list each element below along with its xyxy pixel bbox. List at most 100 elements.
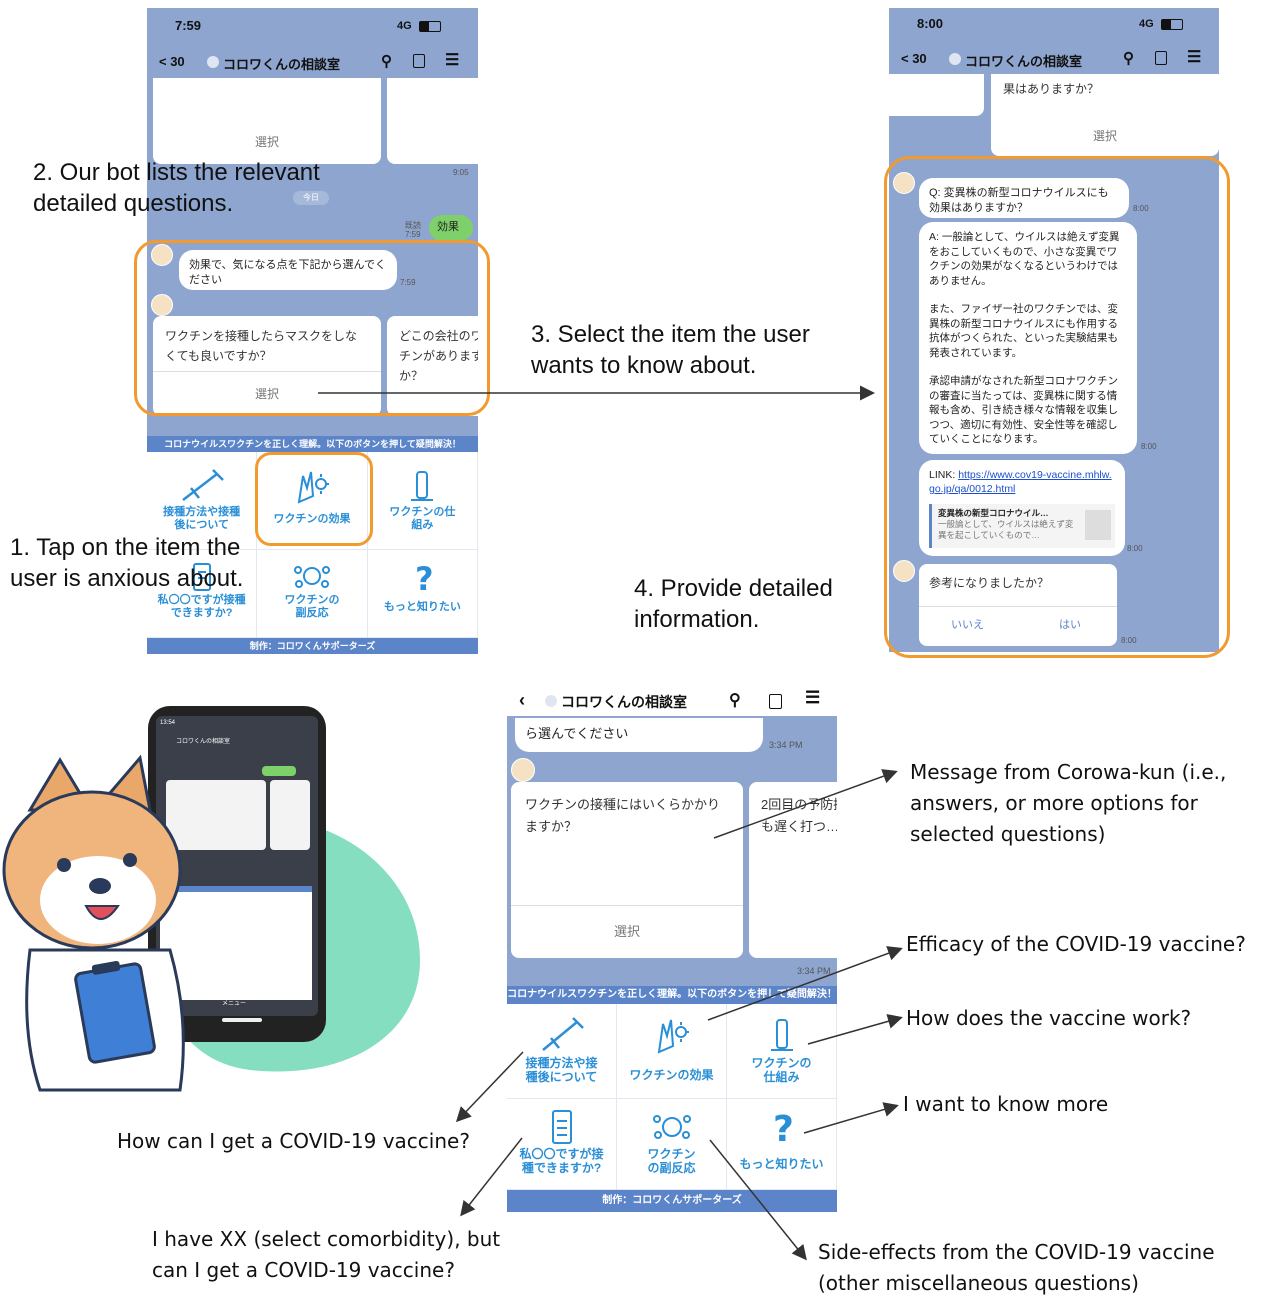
- timestamp: 3:34 PM: [797, 966, 831, 976]
- label-message-from: Message from Corowa-kun (i.e., answers, …: [910, 760, 1227, 846]
- side-effect-icon: [293, 566, 330, 588]
- menu-item-efficacy[interactable]: ワクチンの効果: [617, 1004, 727, 1099]
- question-icon: ?: [415, 560, 434, 594]
- svg-text:?: ?: [415, 560, 434, 594]
- menu-label: ワクチンの副反応: [647, 1147, 696, 1175]
- mini-phone-menu-label: メニュー: [222, 1001, 247, 1007]
- shield-icon: [545, 695, 557, 707]
- mascot-illustration: [2, 706, 420, 1092]
- vial-icon: [770, 1019, 793, 1051]
- previous-option-card[interactable]: [889, 74, 984, 116]
- menu-label: ワクチンの仕組み: [751, 1056, 812, 1084]
- label-efficacy: Efficacy of the COVID-19 vaccine?: [906, 932, 1246, 956]
- label-comorbidity: I have XX (select comorbidity), but can …: [152, 1227, 501, 1282]
- search-icon[interactable]: ⚲: [381, 52, 392, 70]
- chat-header: ‹ コロワくんの相談室 ⚲ ☰: [507, 686, 837, 716]
- back-button[interactable]: < 30: [901, 51, 927, 66]
- notes-icon[interactable]: [769, 694, 782, 709]
- previous-option-card-2[interactable]: 果はありますか？ 選択: [991, 74, 1219, 156]
- shield-icon: [207, 56, 219, 68]
- mini-phone-time: 13:54: [160, 720, 176, 726]
- search-icon[interactable]: ⚲: [1123, 49, 1134, 67]
- select-button[interactable]: 選択: [991, 116, 1219, 156]
- menu-label: ワクチンの効果: [629, 1068, 714, 1082]
- question-text: ワクチンの接種にはいくらかかりますか？: [525, 797, 721, 834]
- menu-icon[interactable]: ☰: [805, 688, 820, 708]
- step1-caption: 1. Tap on the item the user is anxious a…: [10, 534, 244, 592]
- back-button[interactable]: < 30: [159, 54, 185, 69]
- vial-icon: [411, 471, 434, 501]
- hand-virus-icon: [657, 1019, 689, 1054]
- step4-caption: 4. Provide detailed information.: [634, 575, 833, 633]
- menu-label: 接種方法や接種後について: [163, 506, 241, 531]
- bot-avatar: [511, 758, 535, 782]
- highlight-menu-item: [255, 452, 373, 546]
- question-text: 果はありますか？: [1003, 82, 1100, 96]
- status-time: 7:59: [175, 18, 202, 33]
- timestamp: 7:59: [405, 230, 421, 239]
- clipboard-icon: [551, 1110, 572, 1144]
- user-message-bubble: 効果: [429, 215, 473, 241]
- previous-option-card-2[interactable]: [387, 78, 478, 164]
- menu-label: もっと知りたい: [383, 601, 461, 613]
- chevron-left-icon[interactable]: ‹: [519, 690, 525, 711]
- signal-indicator: 4G: [1139, 18, 1154, 30]
- notes-icon[interactable]: [1155, 51, 1167, 65]
- chat-header: < 30 コロワくんの相談室 ⚲ ☰: [889, 43, 1219, 73]
- label-know-more: I want to know more: [903, 1092, 1109, 1116]
- side-effect-icon: [652, 1115, 691, 1139]
- menu-item-how-to-get[interactable]: 接種方法や接種後について: [507, 1004, 617, 1099]
- info-banner: コロナウイルスワクチンを正しく理解。以下のボタンを押して疑問解決！: [147, 436, 478, 452]
- mini-phone-title: コロワくんの相談室: [176, 739, 231, 745]
- info-banner: コロナウイルスワクチンを正しく理解。以下のボタンを押して疑問解決！: [507, 986, 837, 1004]
- label-side-effects: Side-effects from the COVID-19 vaccine (…: [818, 1240, 1215, 1295]
- search-icon[interactable]: ⚲: [729, 690, 741, 710]
- menu-icon[interactable]: ☰: [1187, 47, 1201, 67]
- step2-caption: 2. Our bot lists the relevant detailed q…: [33, 159, 320, 217]
- status-bar: 8:00 4G: [889, 8, 1219, 38]
- label-how-get: How can I get a COVID-19 vaccine?: [117, 1129, 470, 1153]
- select-button[interactable]: 選択: [511, 905, 743, 958]
- menu-item-mechanism[interactable]: ワクチンの仕組み: [727, 1004, 837, 1099]
- menu-item-more[interactable]: ? もっと知りたい: [367, 550, 478, 638]
- syringe-icon: [181, 469, 224, 501]
- svg-text:?: ?: [773, 1109, 794, 1147]
- status-time: 8:00: [917, 16, 944, 31]
- highlight-answer: [884, 156, 1230, 658]
- question-card-2[interactable]: 2回目の予防接種も遅く打つ…: [749, 782, 837, 958]
- battery-icon: [1161, 19, 1183, 30]
- panel3-screenshot: ‹ コロワくんの相談室 ⚲ ☰ ら選んでください 3:34 PM ワクチンの接種…: [507, 686, 837, 1212]
- chat-title: コロワくんの相談室: [561, 694, 687, 710]
- menu-item-side-effects[interactable]: ワクチンの副反応: [257, 550, 368, 638]
- step3-caption: 3. Select the item the user wants to kno…: [531, 321, 810, 379]
- menu-label: もっと知りたい: [739, 1157, 824, 1171]
- timestamp: 3:34 PM: [769, 740, 803, 750]
- shield-icon: [949, 53, 961, 65]
- menu-item-side-effects[interactable]: ワクチンの副反応: [617, 1099, 727, 1190]
- notes-icon[interactable]: [413, 54, 425, 68]
- chat-title: コロワくんの相談室: [965, 54, 1083, 69]
- battery-icon: [419, 21, 441, 32]
- previous-option-card[interactable]: 選択: [153, 78, 381, 164]
- highlight-question-list: [134, 240, 490, 416]
- signal-indicator: 4G: [397, 20, 412, 32]
- menu-item-comorbidity[interactable]: 私〇〇ですが接種できますか?: [507, 1099, 617, 1190]
- chat-title: コロワくんの相談室: [223, 57, 341, 72]
- rich-menu: 接種方法や接種後について ワクチンの効果 ワクチンの仕組み 私〇〇ですが接種でき…: [507, 1004, 837, 1190]
- menu-icon[interactable]: ☰: [445, 50, 459, 70]
- bot-message-bubble: ら選んでください: [515, 718, 763, 752]
- menu-label: 私〇〇ですが接種できますか?: [157, 594, 246, 619]
- timestamp: 9:05: [453, 168, 469, 177]
- menu-item-more[interactable]: ? もっと知りたい: [727, 1099, 837, 1190]
- question-card-1[interactable]: ワクチンの接種にはいくらかかりますか？ 選択: [511, 782, 743, 958]
- question-icon: ?: [773, 1109, 794, 1147]
- menu-label: ワクチンの副反応: [284, 594, 340, 619]
- question-text: 2回目の予防接種も遅く打つ…: [761, 797, 837, 834]
- syringe-icon: [541, 1017, 584, 1051]
- menu-item-mechanism[interactable]: ワクチンの仕組み: [367, 452, 478, 550]
- chat-header: < 30 コロワくんの相談室 ⚲ ☰: [147, 46, 478, 76]
- menu-label: ワクチンの仕組み: [389, 506, 456, 531]
- footer-credit: 制作：コロワくんサポーターズ: [147, 638, 478, 654]
- status-bar: 7:59 4G: [147, 8, 478, 38]
- footer-credit: 制作：コロワくんサポーターズ: [507, 1190, 837, 1212]
